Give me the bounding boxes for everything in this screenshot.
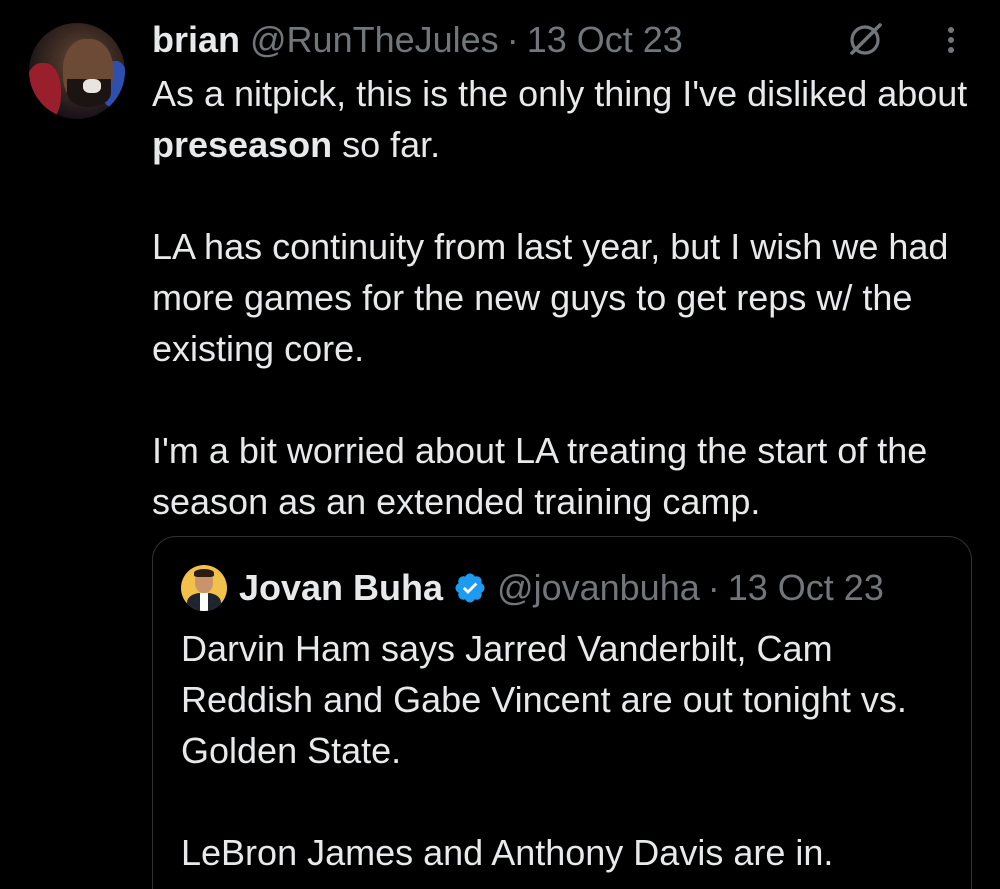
author-avatar[interactable] [29,23,125,119]
verified-badge-icon [455,573,485,603]
avatar-hair [194,569,214,577]
quoted-tweet-body: Darvin Ham says Jarred Vanderbilt, Cam R… [181,623,961,878]
tweet-body: As a nitpick, this is the only thing I'v… [152,68,982,527]
quoted-author-handle: @jovanbuha [497,567,700,608]
author-handle[interactable]: @RunTheJules [250,19,499,61]
tweet-header: brian @RunTheJules · 13 Oct 23 [152,18,683,62]
highlighted-term: preseason [152,124,333,165]
tweet-text: so far. [332,124,441,165]
quoted-author-name: Jovan Buha [239,567,444,608]
quoted-paragraph-1: Darvin Ham says Jarred Vanderbilt, Cam R… [181,628,907,771]
avatar-bg-red [29,63,61,119]
tweet-date[interactable]: 13 Oct 23 [527,19,683,61]
grok-icon[interactable] [845,20,885,60]
tweet-paragraph-3: I'm a bit worried about LA treating the … [152,430,928,522]
avatar-shirt [200,593,208,611]
separator-dot: · [506,19,519,60]
more-options-icon[interactable] [936,22,966,58]
author-name[interactable]: brian [152,19,240,61]
quoted-author-avatar[interactable] [181,565,227,611]
tweet[interactable]: brian @RunTheJules · 13 Oct 23 As a nitp… [0,0,1000,889]
separator-dot: · [707,567,720,608]
tweet-paragraph-1: As a nitpick, this is the only thing I'v… [152,68,982,170]
quoted-paragraph-2: LeBron James and Anthony Davis are in. [181,832,834,873]
quoted-tweet[interactable]: Jovan Buha @jovanbuha · 13 Oct 23 Darvin… [152,536,972,889]
tweet-text: As a nitpick, this is the only thing I'v… [152,73,968,114]
avatar-mouth [83,79,101,93]
quoted-tweet-header: Jovan Buha @jovanbuha · 13 Oct 23 [239,567,884,609]
quoted-tweet-date: 13 Oct 23 [727,567,884,608]
tweet-paragraph-2: LA has continuity from last year, but I … [152,226,949,369]
